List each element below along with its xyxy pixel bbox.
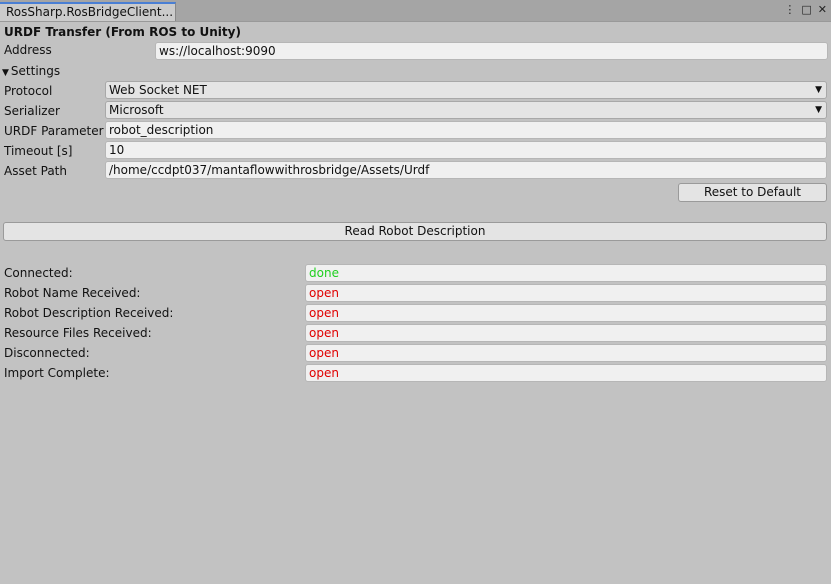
status-value: done — [305, 264, 827, 282]
status-value: open — [305, 344, 827, 362]
serializer-value: Microsoft — [109, 103, 164, 117]
address-field[interactable]: ws://localhost:9090 — [155, 42, 828, 60]
protocol-dropdown[interactable]: Web Socket NET ▼ — [105, 81, 827, 99]
status-value: open — [305, 364, 827, 382]
window-controls: ⋮ □ ✕ — [784, 3, 827, 16]
settings-label: Settings — [10, 64, 61, 78]
asset-path-field[interactable]: /home/ccdpt037/mantaflowwithrosbridge/As… — [105, 161, 827, 179]
timeout-label: Timeout [s] — [4, 144, 73, 158]
status-value: open — [305, 284, 827, 302]
protocol-label: Protocol — [4, 84, 53, 98]
foldout-expanded-icon: ▼ — [2, 68, 9, 78]
maximize-icon[interactable]: □ — [801, 3, 811, 16]
urdf-parameter-label: URDF Parameter — [4, 124, 104, 138]
status-value: open — [305, 324, 827, 342]
chevron-down-icon: ▼ — [815, 105, 822, 115]
reset-to-default-button[interactable]: Reset to Default — [678, 183, 827, 202]
urdf-parameter-field[interactable]: robot_description — [105, 121, 827, 139]
status-label: Disconnected: — [4, 346, 90, 360]
serializer-dropdown[interactable]: Microsoft ▼ — [105, 101, 827, 119]
close-icon[interactable]: ✕ — [818, 3, 827, 16]
address-label: Address — [4, 43, 52, 57]
chevron-down-icon: ▼ — [815, 85, 822, 95]
status-label: Connected: — [4, 266, 73, 280]
status-value: open — [305, 304, 827, 322]
more-menu-icon[interactable]: ⋮ — [784, 3, 795, 16]
status-label: Robot Description Received: — [4, 306, 174, 320]
tab-bar: RosSharp.RosBridgeClient... ⋮ □ ✕ — [0, 0, 831, 22]
tab-title: RosSharp.RosBridgeClient... — [6, 5, 174, 19]
status-label: Resource Files Received: — [4, 326, 152, 340]
tab-rosbridge-client[interactable]: RosSharp.RosBridgeClient... — [0, 2, 176, 21]
serializer-label: Serializer — [4, 104, 60, 118]
protocol-value: Web Socket NET — [109, 83, 207, 97]
status-label: Robot Name Received: — [4, 286, 141, 300]
settings-foldout[interactable]: ▼ Settings — [2, 64, 60, 78]
timeout-field[interactable]: 10 — [105, 141, 827, 159]
asset-path-label: Asset Path — [4, 164, 67, 178]
read-robot-description-button[interactable]: Read Robot Description — [3, 222, 827, 241]
panel-title: URDF Transfer (From ROS to Unity) — [4, 25, 241, 39]
status-label: Import Complete: — [4, 366, 110, 380]
